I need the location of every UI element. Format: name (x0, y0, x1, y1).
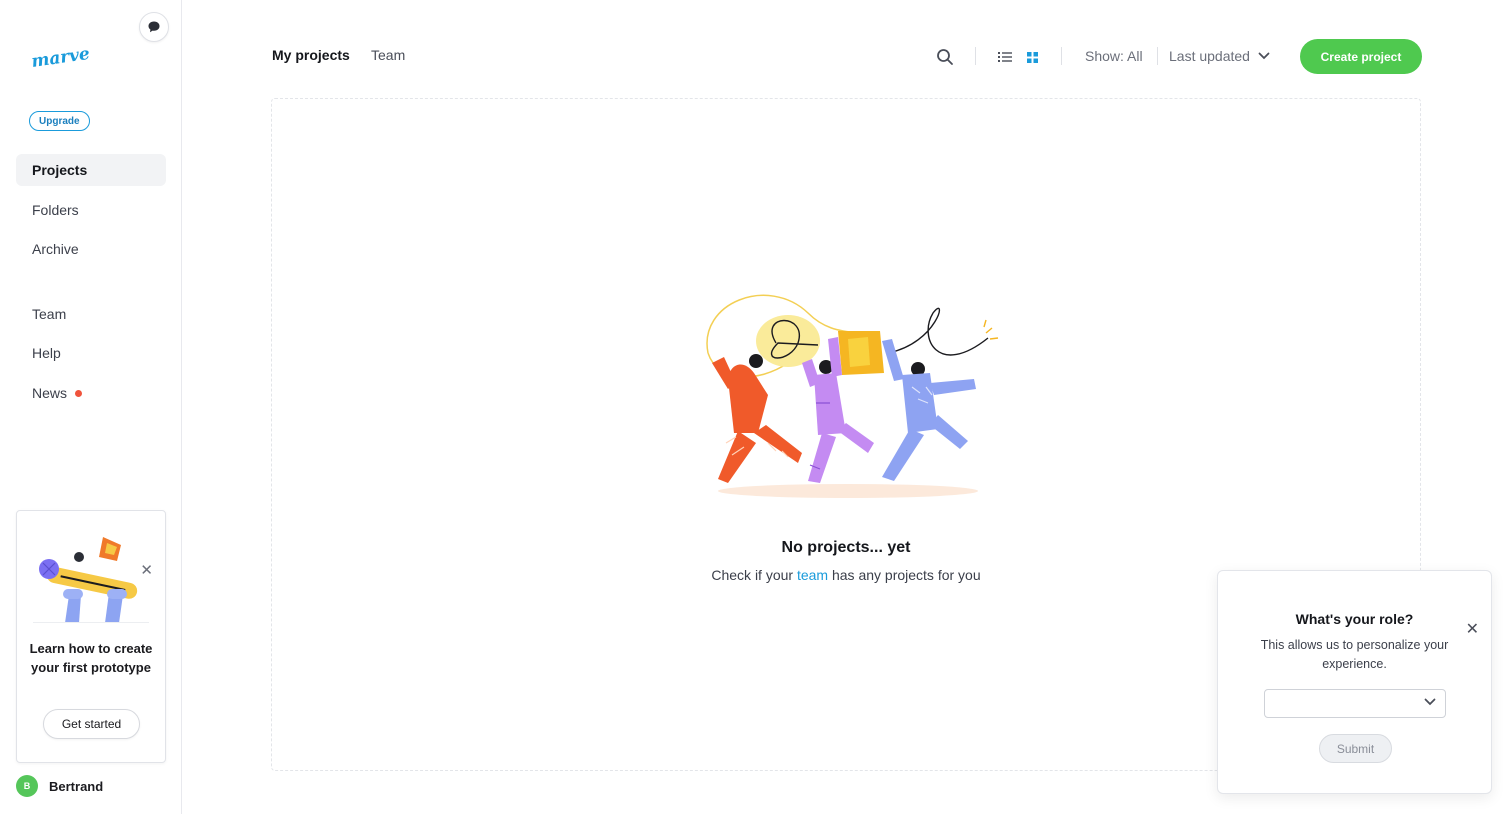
empty-state-subtitle: Check if your team has any projects for … (620, 567, 1072, 583)
sidebar-item-folders[interactable]: Folders (16, 194, 166, 226)
marvel-logo-mark: marvel (30, 43, 98, 72)
learn-card-text: Learn how to create your first prototype (29, 641, 153, 675)
chat-button[interactable] (139, 12, 169, 42)
news-unread-badge (75, 389, 83, 397)
sidebar-item-label: Folders (32, 202, 79, 218)
chevron-down-icon (1258, 52, 1270, 60)
grid-view-button[interactable] (1024, 49, 1040, 65)
search-icon (937, 49, 953, 65)
chevron-down-icon (1424, 698, 1436, 706)
subtitle-prefix: Check if your (711, 567, 797, 583)
sidebar-item-label: Team (32, 306, 67, 322)
sidebar-item-projects[interactable]: Projects (16, 154, 166, 186)
sidebar-item-label: Help (32, 345, 61, 361)
sidebar-item-label: News (32, 385, 68, 401)
sidebar: marvel Upgrade Projects Folders Archive … (0, 0, 182, 814)
toolbar-divider (975, 47, 976, 65)
avatar: B (16, 775, 38, 797)
sort-dropdown[interactable]: Last updated (1169, 48, 1270, 64)
grid-icon (1026, 51, 1038, 63)
role-title: What's your role? (1295, 611, 1414, 627)
tab-team[interactable]: Team (371, 47, 405, 63)
user-name: Bertrand (49, 778, 104, 794)
sidebar-item-help[interactable]: Help (16, 337, 166, 369)
sidebar-item-news[interactable]: News (16, 377, 166, 409)
empty-state-title: No projects... yet (781, 539, 911, 556)
toolbar-divider (1157, 47, 1158, 65)
sidebar-item-archive[interactable]: Archive (16, 233, 166, 265)
submit-button[interactable]: Submit (1319, 734, 1392, 763)
team-link[interactable]: team (797, 567, 828, 583)
toolbar-divider (1061, 47, 1062, 65)
sidebar-item-team[interactable]: Team (16, 298, 166, 330)
upgrade-button[interactable]: Upgrade (29, 111, 90, 131)
empty-state-illustration (706, 294, 999, 498)
chat-bubble-icon (148, 21, 160, 33)
create-project-button[interactable]: Create project (1300, 39, 1422, 74)
subtitle-suffix: has any projects for you (828, 567, 981, 583)
learn-illustration (39, 537, 138, 623)
tab-my-projects[interactable]: My projects (272, 47, 350, 63)
sidebar-item-label: Archive (32, 241, 79, 257)
role-description: This allows us to personalize your exper… (1260, 638, 1449, 671)
role-survey-popup: ✕ What's your role? This allows us to pe… (1217, 570, 1492, 794)
list-view-button[interactable] (997, 49, 1013, 65)
learn-card: ✕ Learn how to create your first prototy… (16, 510, 166, 763)
marvel-logo[interactable]: marvel (30, 42, 98, 75)
search-button[interactable] (935, 47, 955, 67)
get-started-button[interactable]: Get started (43, 709, 140, 739)
svg-text:marvel: marvel (30, 43, 90, 70)
show-filter-dropdown[interactable]: Show: All (1085, 48, 1143, 64)
sidebar-item-label: Projects (32, 162, 88, 178)
list-icon (998, 52, 1012, 62)
user-profile[interactable]: B Bertrand (16, 775, 103, 797)
sort-label: Last updated (1169, 48, 1250, 64)
card-divider (33, 622, 149, 623)
role-select[interactable] (1264, 689, 1446, 718)
